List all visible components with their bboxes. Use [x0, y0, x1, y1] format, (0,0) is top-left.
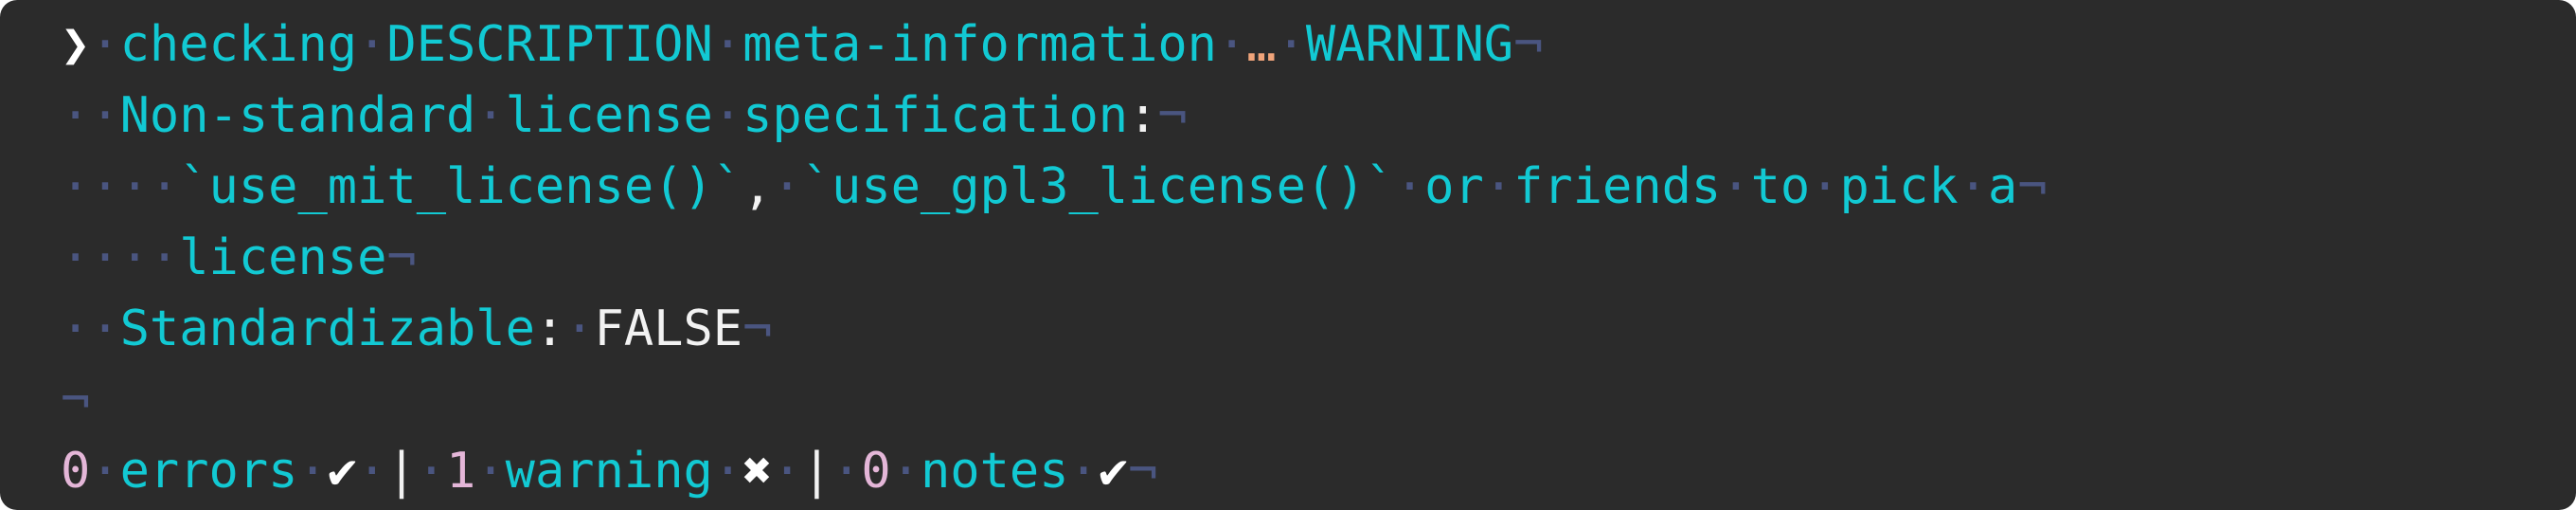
check-line: ❯·checking·DESCRIPTION·meta-information·…: [61, 9, 2576, 81]
space-marker: ·: [475, 443, 506, 500]
space-marker: ·: [1958, 158, 1989, 215]
separator: |: [386, 443, 417, 500]
warnings-cross-icon: ✖: [742, 443, 773, 500]
space-marker: ·: [61, 301, 91, 357]
space-marker: ·: [564, 301, 595, 357]
hint-line: ····`use_mit_license()`,·`use_gpl3_licen…: [61, 152, 2576, 223]
space-marker: ·: [1483, 158, 1514, 215]
eol-marker: ¬: [1128, 443, 1158, 500]
standardizable-key: Standardizable: [119, 301, 535, 357]
eol-marker: ¬: [1157, 87, 1188, 144]
eol-marker: ¬: [61, 372, 91, 428]
specification-word: specification: [742, 87, 1129, 144]
separator: |: [801, 443, 832, 500]
hint-continuation-line: ····license¬: [61, 223, 2576, 294]
space-marker: ·: [357, 16, 387, 73]
eol-marker: ¬: [386, 229, 417, 286]
space-marker: ·: [357, 443, 387, 500]
space-marker: ·: [416, 443, 447, 500]
comma: ,: [742, 158, 773, 215]
empty-line: ¬: [61, 365, 2576, 436]
pick-word: pick: [1839, 158, 1959, 215]
use-gpl3-license-code: `use_gpl3_license()`: [801, 158, 1395, 215]
space-marker: ·: [1810, 158, 1840, 215]
space-marker: ·: [890, 443, 921, 500]
space-marker: ·: [772, 443, 802, 500]
space-marker: ·: [90, 229, 120, 286]
meta-information-word: meta-information: [742, 16, 1217, 73]
summary-line: 0·errors·✔·|·1·warning·✖·|·0·notes·✔¬: [61, 436, 2576, 507]
or-word: or: [1424, 158, 1484, 215]
space-marker: ·: [119, 158, 150, 215]
license-word: license: [179, 229, 387, 286]
space-marker: ·: [1394, 158, 1425, 215]
space-marker: ·: [712, 443, 743, 500]
space-marker: ·: [772, 158, 802, 215]
a-word: a: [1988, 158, 2018, 215]
to-word: to: [1750, 158, 1811, 215]
space-marker: ·: [712, 87, 743, 144]
ellipsis-indicator: …: [1246, 16, 1277, 73]
space-marker: ·: [149, 229, 180, 286]
space-marker: ·: [832, 443, 862, 500]
notes-label: notes: [921, 443, 1069, 500]
warnings-count: 1: [446, 443, 476, 500]
space-marker: ·: [1276, 16, 1306, 73]
colon: :: [534, 301, 565, 357]
space-marker: ·: [61, 87, 91, 144]
space-marker: ·: [90, 443, 120, 500]
errors-count: 0: [61, 443, 91, 500]
space-marker: ·: [297, 443, 328, 500]
description-word: DESCRIPTION: [386, 16, 713, 73]
errors-label: errors: [119, 443, 298, 500]
space-marker: ·: [90, 158, 120, 215]
non-standard-word: Non-standard: [119, 87, 476, 144]
warnings-label: warning: [505, 443, 713, 500]
checking-word: checking: [119, 16, 358, 73]
prompt-chevron-icon: ❯: [61, 16, 91, 73]
space-marker: ·: [90, 87, 120, 144]
colon: :: [1128, 87, 1158, 144]
heading-line: ··Non-standard·license·specification:¬: [61, 81, 2576, 152]
space-marker: ·: [61, 229, 91, 286]
standardizable-value: FALSE: [594, 301, 743, 357]
license-word: license: [505, 87, 713, 144]
status-warning: WARNING: [1305, 16, 1514, 73]
space-marker: ·: [1721, 158, 1751, 215]
space-marker: ·: [475, 87, 506, 144]
eol-marker: ¬: [1513, 16, 1544, 73]
errors-check-icon: ✔: [327, 443, 358, 500]
notes-check-icon: ✔: [1098, 443, 1129, 500]
space-marker: ·: [712, 16, 743, 73]
notes-count: 0: [861, 443, 891, 500]
space-marker: ·: [90, 301, 120, 357]
terminal-output: ❯·checking·DESCRIPTION·meta-information·…: [0, 0, 2576, 510]
space-marker: ·: [1216, 16, 1247, 73]
space-marker: ·: [61, 158, 91, 215]
standardizable-line: ··Standardizable:·FALSE¬: [61, 294, 2576, 365]
eol-marker: ¬: [742, 301, 773, 357]
friends-word: friends: [1513, 158, 1722, 215]
eol-marker: ¬: [2017, 158, 2048, 215]
space-marker: ·: [119, 229, 150, 286]
space-marker: ·: [90, 16, 120, 73]
space-marker: ·: [149, 158, 180, 215]
space-marker: ·: [1068, 443, 1099, 500]
use-mit-license-code: `use_mit_license()`: [179, 158, 743, 215]
